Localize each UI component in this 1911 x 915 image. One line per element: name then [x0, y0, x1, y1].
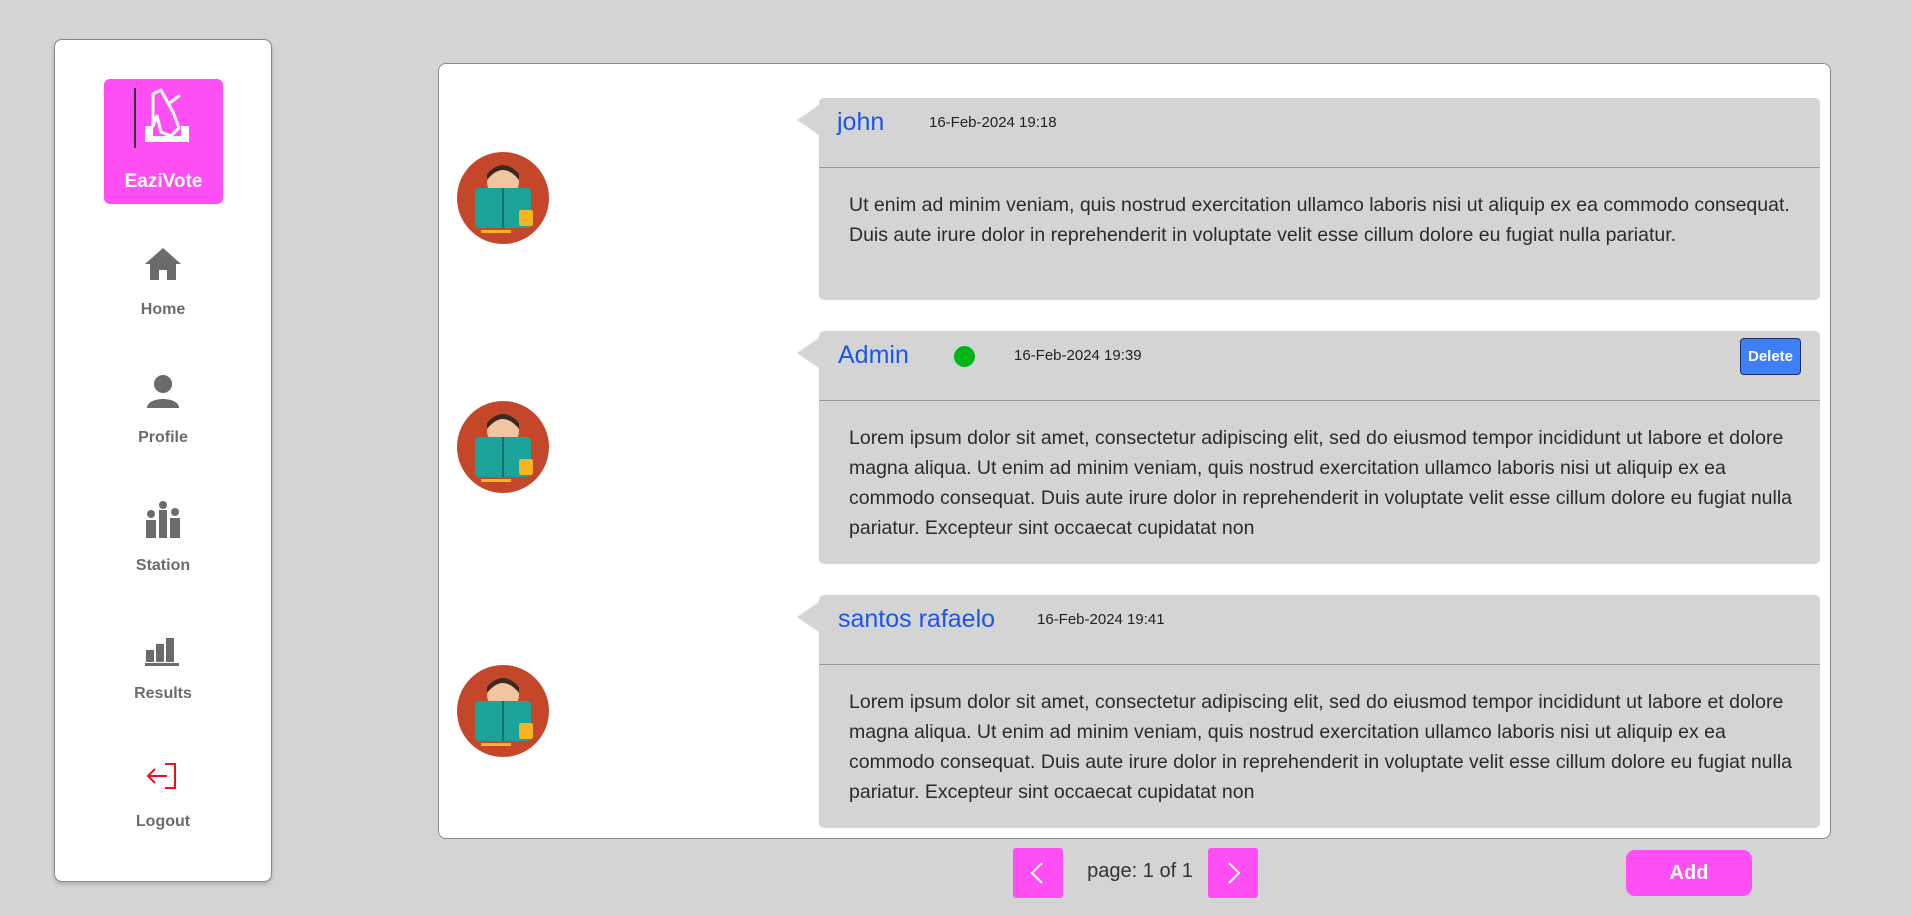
avatar	[457, 152, 549, 244]
comment-author[interactable]: santos rafaelo	[838, 605, 995, 634]
online-status-indicator	[954, 346, 975, 367]
comment-timestamp: 16-Feb-2024 19:18	[929, 114, 1057, 131]
comment-bubble: santos rafaelo 16-Feb-2024 19:41 Lorem i…	[797, 595, 1820, 828]
avatar	[457, 401, 549, 493]
comment-header: santos rafaelo 16-Feb-2024 19:41	[819, 595, 1820, 665]
sidebar-item-profile[interactable]: Profile	[55, 372, 271, 472]
sidebar-item-label: Home	[140, 301, 186, 318]
next-page-button[interactable]	[1208, 848, 1258, 898]
avatar	[457, 665, 549, 757]
chevron-left-icon	[1030, 862, 1043, 884]
comment-bubble: Admin 16-Feb-2024 19:39 Delete Lorem ips…	[797, 331, 1820, 564]
sidebar-item-label: Results	[134, 685, 192, 702]
chevron-right-icon	[1228, 862, 1241, 884]
comment-author[interactable]: john	[837, 108, 884, 137]
home-icon	[145, 248, 181, 280]
comment-timestamp: 16-Feb-2024 19:39	[1014, 347, 1142, 364]
sidebar-item-station[interactable]: Station	[55, 500, 271, 600]
comment-text: Ut enim ad minim veniam, quis nostrud ex…	[849, 194, 1790, 246]
comment-author[interactable]: Admin	[838, 341, 909, 370]
sidebar-item-home[interactable]: Home	[55, 244, 271, 344]
sidebar-item-results[interactable]: Results	[55, 628, 271, 728]
comment-timestamp: 16-Feb-2024 19:41	[1037, 611, 1165, 628]
sidebar-item-label: Station	[135, 557, 191, 574]
sidebar-item-label: Logout	[135, 813, 191, 830]
user-icon	[147, 375, 179, 408]
logout-icon	[146, 763, 176, 789]
logo-text: EaziVote	[124, 171, 203, 192]
comment-header: john 16-Feb-2024 19:18	[819, 98, 1820, 168]
comment-text: Lorem ipsum dolor sit amet, consectetur …	[849, 427, 1793, 539]
ballot-box-icon	[134, 88, 189, 148]
comment-bubble: john 16-Feb-2024 19:18 Ut enim ad minim …	[797, 98, 1820, 300]
comment-header: Admin 16-Feb-2024 19:39 Delete	[819, 331, 1820, 401]
add-comment-button[interactable]: Add	[1626, 850, 1752, 896]
people-icon	[146, 501, 180, 538]
pagination-label: page: 1 of 1	[1087, 860, 1193, 882]
sidebar-item-logout[interactable]: Logout	[55, 756, 271, 856]
comment-text: Lorem ipsum dolor sit amet, consectetur …	[849, 691, 1793, 803]
prev-page-button[interactable]	[1013, 848, 1063, 898]
sidebar: EaziVote Home Profile Station Results Lo…	[54, 39, 272, 882]
delete-button[interactable]: Delete	[1740, 338, 1801, 375]
comments-panel[interactable]: john 16-Feb-2024 19:18 Ut enim ad minim …	[438, 63, 1831, 839]
bar-chart-icon	[145, 638, 179, 666]
sidebar-item-label: Profile	[138, 429, 188, 446]
app-logo[interactable]: EaziVote	[104, 79, 223, 204]
